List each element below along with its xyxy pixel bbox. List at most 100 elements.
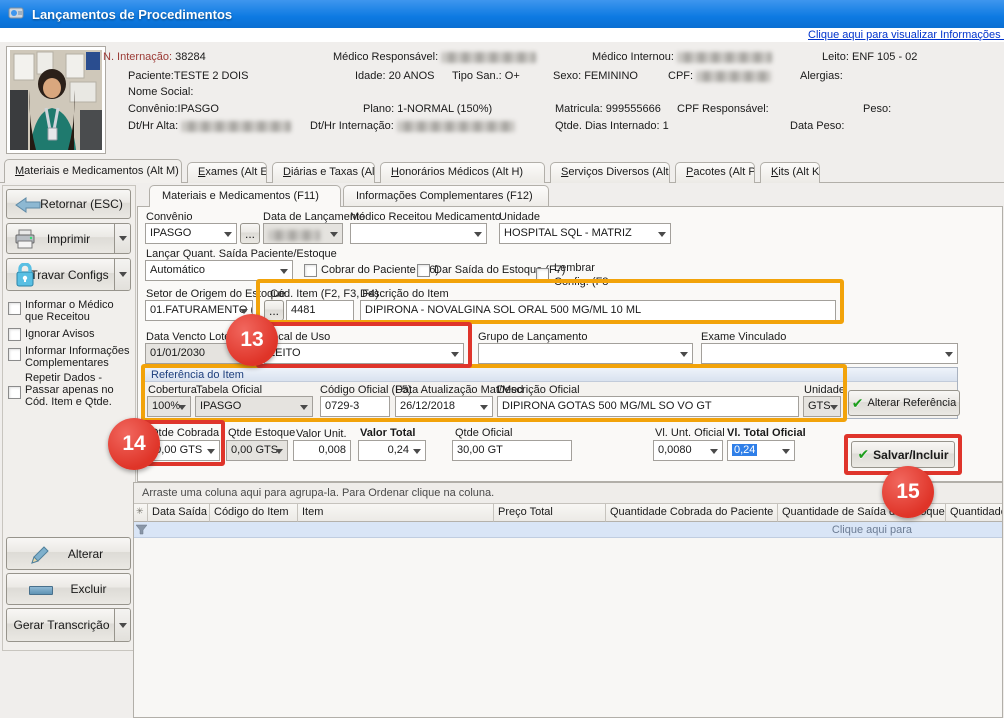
convenio-browse-button[interactable]: ...	[240, 223, 260, 244]
nome-social: Nome Social:	[128, 86, 193, 98]
subtab-informacoes-f12[interactable]: Informações Complementares (F12)	[343, 185, 549, 207]
column-header-qtd-sa[interactable]: Quantidade de Sa	[946, 504, 1002, 522]
exame-vinculado-label: Exame Vinculado	[701, 331, 786, 343]
salvar-incluir-button[interactable]: ✔Salvar/Incluir	[851, 441, 955, 468]
column-header-item[interactable]: Item	[298, 504, 494, 522]
grupo-lancamento-select[interactable]	[478, 343, 693, 364]
medico-internou: Médico Internou:	[592, 51, 772, 63]
tab-kits[interactable]: Kits (Alt K)	[760, 162, 820, 183]
peso: Peso:	[863, 103, 891, 115]
codigo-oficial-input[interactable]: 0729-3	[320, 396, 390, 417]
medico-receitou-label: Médico Receitou Medicamento	[350, 211, 501, 223]
tabela-oficial-select[interactable]: IPASGO	[195, 396, 313, 417]
gerar-transcricao-dropdown[interactable]	[114, 609, 130, 641]
descricao-item-label: Descrição do Item	[360, 288, 449, 300]
column-header-qtd-cobrada[interactable]: Quantidade Cobrada do Paciente	[606, 504, 778, 522]
descricao-item-input[interactable]: DIPIRONA - NOVALGINA SOL ORAL 500 MG/ML …	[360, 300, 836, 321]
convenio-select[interactable]: IPASGO	[145, 223, 237, 244]
cod-item-input[interactable]: 4481	[286, 300, 354, 321]
travar-configs-dropdown[interactable]	[114, 259, 130, 290]
vl-unt-oficial-select[interactable]: 0,0080	[653, 440, 723, 461]
checkbox-box[interactable]	[8, 328, 21, 341]
filter-funnel-icon	[136, 524, 147, 538]
patient-header: N. Internação: 38284 Médico Responsável:…	[0, 42, 1004, 158]
row-indicator-icon: ✳	[134, 504, 148, 522]
checkbox-repetir-dados[interactable]: Repetir Dados - Passar apenas no Cód. It…	[8, 372, 134, 408]
checkbox-ignorar-avisos[interactable]: Ignorar Avisos	[8, 328, 134, 341]
lancar-quant-label: Lançar Quant. Saída Paciente/Estoque	[146, 248, 337, 260]
column-header-qtd-saida-estoque[interactable]: Quantidade de Saída do Estoque	[778, 504, 946, 522]
checkbox-box[interactable]	[417, 264, 430, 277]
qtde-oficial-input[interactable]: 30,00 GT	[452, 440, 572, 461]
unidade-select[interactable]: HOSPITAL SQL - MATRIZ	[499, 223, 671, 244]
setor-origem-label: Setor de Origem do Estoque	[146, 288, 285, 300]
data-lancamento-select[interactable]	[263, 223, 343, 244]
descricao-oficial-input[interactable]: DIPIRONA GOTAS 500 MG/ML SO VO GT	[497, 396, 799, 417]
info-link[interactable]: Clique aqui para visualizar Informações …	[808, 29, 1004, 41]
grid-header-row: ✳ Data Saída Código do Item Item Preço T…	[134, 504, 1002, 522]
excluir-button[interactable]: Excluir	[6, 573, 131, 605]
tabela-oficial-label: Tabela Oficial	[196, 384, 262, 396]
qtde-cobrada-select[interactable]: 30,00 GTS	[144, 440, 220, 461]
cobertura-select[interactable]: 100%	[147, 396, 191, 417]
tab-materiais-medicamentos[interactable]: Materiais e Medicamentos (Alt M)	[4, 159, 182, 183]
column-header-preco-total[interactable]: Preço Total	[494, 504, 606, 522]
checkbox-box[interactable]	[8, 302, 21, 315]
tab-diarias-taxas[interactable]: Diárias e Taxas (Alt D)	[272, 162, 375, 183]
lancar-quant-select[interactable]: Automático	[145, 260, 293, 281]
unidade-oficial-label: Unidade	[804, 384, 845, 396]
alterar-button[interactable]: Alterar	[6, 537, 131, 570]
setor-origem-select[interactable]: 01.FATURAMENTO (VIR	[145, 300, 253, 321]
medico-receitou-select[interactable]	[350, 223, 487, 244]
unidade-oficial-select[interactable]: GTS	[803, 396, 841, 417]
data-vencto-input[interactable]: 01/01/2030	[145, 343, 245, 364]
valor-total-label: Valor Total	[360, 427, 415, 439]
medico-responsavel: Médico Responsável:	[333, 51, 536, 63]
cod-item-browse-button[interactable]: ...	[264, 300, 284, 321]
column-header-codigo-item[interactable]: Código do Item	[210, 504, 298, 522]
imprimir-dropdown[interactable]	[114, 224, 130, 253]
tab-pacotes[interactable]: Pacotes (Alt P)	[675, 162, 755, 183]
checkbox-box[interactable]	[304, 264, 317, 277]
checkbox-informar-medico[interactable]: Informar o Médico que Receitou	[8, 299, 134, 323]
data-peso: Data Peso:	[790, 120, 844, 132]
checkbox-box[interactable]	[536, 268, 549, 281]
travar-configs-button[interactable]: Travar Configs	[6, 258, 131, 291]
vl-total-oficial-select[interactable]: 0,24	[727, 440, 795, 461]
tab-servicos-diversos[interactable]: Serviços Diversos (Alt S)	[550, 162, 670, 183]
alterar-referencia-button[interactable]: ✔Alterar Referência	[848, 390, 960, 416]
valor-unit-input[interactable]: 0,008	[293, 440, 351, 461]
checkbox-box[interactable]	[8, 348, 21, 361]
alergias: Alergias:	[800, 70, 843, 82]
grid-filter-row[interactable]: Clique aqui para	[134, 522, 1002, 538]
procedures-window: Lançamentos de Procedimentos Clique aqui…	[0, 0, 1004, 718]
lock-icon	[14, 263, 36, 291]
local-uso-select[interactable]: LEITO	[264, 343, 464, 364]
window-title: Lançamentos de Procedimentos	[32, 7, 232, 22]
column-header-data-saida[interactable]: Data Saída	[148, 504, 210, 522]
retornar-button[interactable]: Retornar (ESC)	[6, 189, 131, 219]
redacted-value	[677, 52, 772, 63]
grid-group-bar[interactable]: Arraste uma coluna aqui para agrupa-la. …	[134, 483, 1002, 504]
local-uso-label: Local de Uso	[266, 331, 330, 343]
vl-total-oficial-label: Vl. Total Oficial	[727, 427, 806, 439]
valor-total-select[interactable]: 0,24	[358, 440, 426, 461]
redacted-value	[696, 71, 771, 82]
checkbox-informar-complementares[interactable]: Informar Informações Complementares	[8, 345, 134, 369]
qtde-estoque-select[interactable]: 0,00 GTS	[226, 440, 288, 461]
tab-honorarios-medicos[interactable]: Honorários Médicos (Alt H)	[380, 162, 545, 183]
data-atualizacao-select[interactable]: 26/12/2018	[395, 396, 493, 417]
cpf-responsavel: CPF Responsável:	[677, 103, 769, 115]
gerar-transcricao-button[interactable]: Gerar Transcrição	[6, 608, 131, 642]
chevron-down-icon	[119, 236, 127, 241]
checkbox-lembrar-config[interactable]	[536, 268, 549, 281]
exame-vinculado-select[interactable]	[701, 343, 958, 364]
checkbox-box[interactable]	[8, 386, 21, 399]
imprimir-button[interactable]: Imprimir	[6, 223, 131, 254]
delete-rect-icon	[29, 586, 53, 595]
dthr-internacao: Dt/Hr Internação:	[310, 120, 515, 132]
subtab-materiais-f11[interactable]: Materiais e Medicamentos (F11)	[149, 185, 341, 207]
tab-exames[interactable]: Exames (Alt E)	[187, 162, 267, 183]
redacted-value	[268, 230, 320, 241]
patient-photo	[6, 46, 106, 154]
